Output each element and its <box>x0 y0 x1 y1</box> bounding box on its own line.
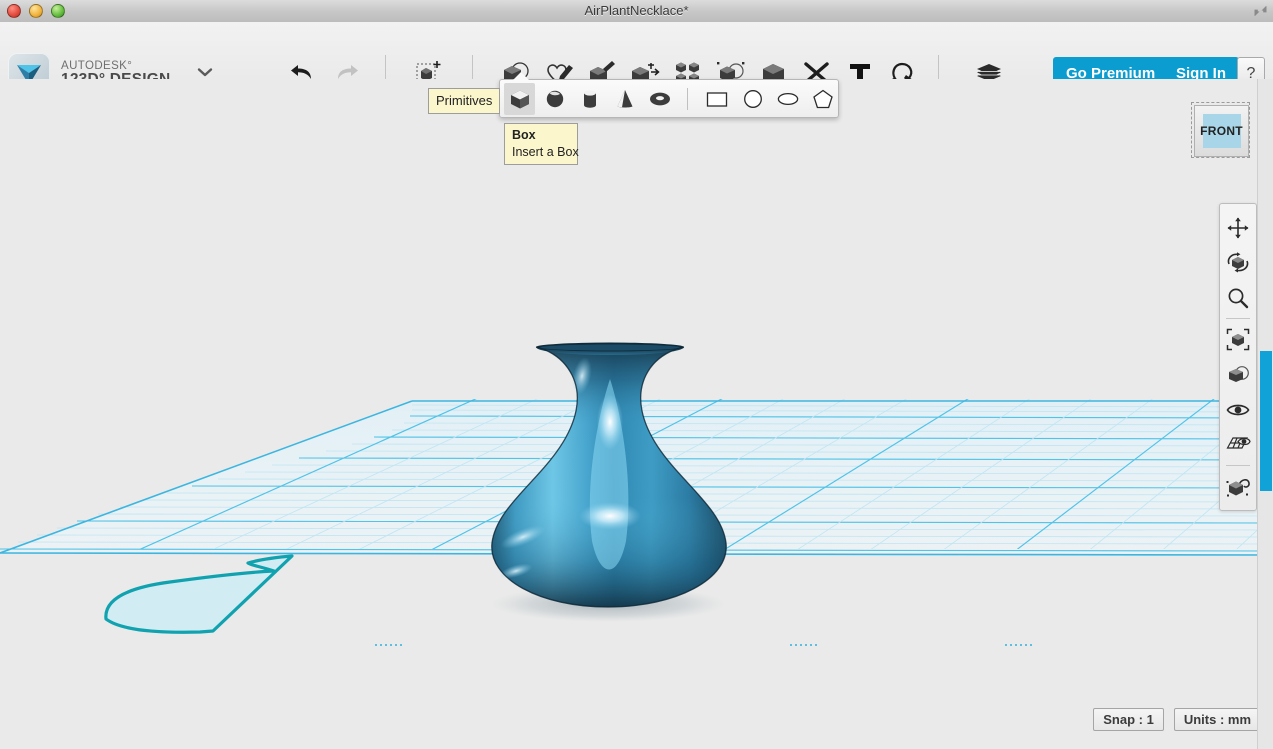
view-cube[interactable]: FRONT <box>1191 102 1250 158</box>
flyout-separator <box>687 87 688 110</box>
cube-measure-icon[interactable] <box>1220 469 1256 504</box>
primitive-ellipse-button[interactable] <box>772 83 803 115</box>
primitive-polygon-button[interactable] <box>807 83 838 115</box>
ellipse-2d-icon <box>777 92 798 105</box>
cylinder-3d-icon <box>583 89 596 108</box>
torus-3d-icon <box>649 92 670 105</box>
main-toolbar: AUTODESK° 123D° DESIGN <box>0 22 1273 95</box>
status-bar: Snap : 1 Units : mm <box>1093 708 1261 731</box>
units-status[interactable]: Units : mm <box>1173 708 1261 731</box>
zoom-magnifier-icon[interactable] <box>1220 280 1256 315</box>
primitive-cone-button[interactable] <box>609 83 640 115</box>
3d-viewport[interactable]: FRONT Snap: 1 Units: mm <box>0 79 1273 749</box>
view-cube-face[interactable]: FRONT <box>1194 105 1249 157</box>
pan-four-arrows-icon[interactable] <box>1220 210 1256 245</box>
grid-eye-icon[interactable] <box>1220 427 1256 462</box>
box-3d-icon <box>510 90 529 108</box>
polygon-2d-icon <box>812 89 833 108</box>
ground-grid <box>0 342 1273 646</box>
rail-divider <box>1226 465 1250 466</box>
rail-divider <box>1226 318 1250 319</box>
circle-2d-icon <box>743 89 762 108</box>
box-tooltip-title: Box <box>512 128 536 142</box>
primitive-box-button[interactable] <box>504 82 536 115</box>
rectangle-2d-icon <box>707 91 728 107</box>
title-bar: AirPlantNecklace* <box>0 0 1273 23</box>
primitive-rectangle-button[interactable] <box>702 83 733 115</box>
box-tooltip-description: Insert a Box <box>512 144 579 159</box>
display-box-shade-icon[interactable] <box>1220 357 1256 392</box>
window-title: AirPlantNecklace* <box>584 3 689 18</box>
sphere-3d-icon <box>546 90 563 107</box>
cone-3d-icon <box>617 89 633 107</box>
snap-status[interactable]: Snap : 1 <box>1093 708 1164 731</box>
visibility-eye-icon[interactable] <box>1220 392 1256 427</box>
primitives-flyout-panel <box>499 72 839 118</box>
navigation-rail <box>1219 203 1257 511</box>
primitive-torus-button[interactable] <box>644 83 675 115</box>
app-window: AirPlantNecklace* AUTODESK° 123D° DESIGN <box>0 0 1273 749</box>
primitive-cylinder-button[interactable] <box>574 83 605 115</box>
view-cube-face-label: FRONT <box>1200 114 1243 148</box>
fullscreen-arrows-icon[interactable] <box>1250 2 1270 20</box>
box-tooltip: Box Insert a Box <box>504 123 579 165</box>
primitive-sphere-button[interactable] <box>539 83 570 115</box>
primitives-tooltip: Primitives <box>428 88 501 114</box>
revolve-profile-sketch <box>104 554 294 634</box>
orbit-cube-rotate-icon[interactable] <box>1220 245 1256 280</box>
vertical-scrollbar[interactable] <box>1257 79 1273 749</box>
primitive-circle-button[interactable] <box>737 83 768 115</box>
fit-to-window-cube-icon[interactable] <box>1220 322 1256 357</box>
vertical-scrollbar-thumb[interactable] <box>1260 351 1272 491</box>
